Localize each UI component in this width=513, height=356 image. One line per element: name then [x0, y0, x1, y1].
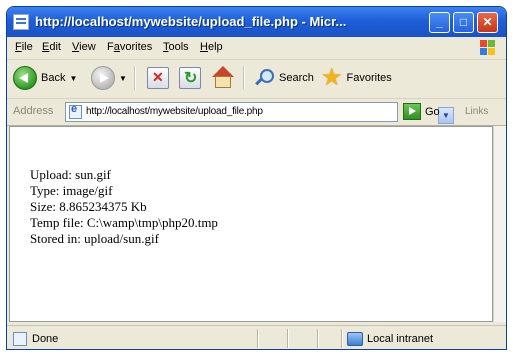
address-label: Address: [13, 105, 54, 117]
status-separator: [287, 329, 289, 348]
browser-window: http://localhost/mywebsite/upload_file.p…: [6, 6, 507, 350]
menu-edit[interactable]: Edit: [42, 41, 61, 53]
menu-view[interactable]: View: [72, 41, 96, 53]
forward-arrow-icon: [91, 66, 115, 90]
vertical-scrollbar[interactable]: [493, 126, 506, 322]
home-button[interactable]: [211, 63, 235, 93]
refresh-button[interactable]: [179, 63, 201, 93]
toolbar-separator: [134, 66, 136, 90]
stored-line: Stored in: upload/sun.gif: [30, 231, 159, 246]
menu-tools[interactable]: Tools: [163, 41, 189, 53]
forward-button[interactable]: ▼: [91, 63, 127, 93]
home-icon: [211, 66, 235, 90]
search-icon: [253, 67, 275, 89]
toolbar: Back ▼ ▼ Search ★ Favorites: [7, 60, 506, 99]
page-content: Upload: sun.gif Type: image/gif Size: 8.…: [9, 126, 493, 322]
chevron-down-icon[interactable]: ▼: [119, 74, 127, 83]
status-bar: Done Local intranet: [7, 325, 506, 349]
back-button[interactable]: Back ▼: [13, 63, 77, 93]
menu-file[interactable]: File: [15, 41, 33, 53]
refresh-icon: [179, 67, 201, 89]
toolbar-separator: [243, 66, 245, 90]
page-icon: [69, 103, 82, 119]
type-line: Type: image/gif: [30, 183, 113, 198]
status-separator: [341, 329, 343, 348]
stop-icon: [147, 67, 169, 89]
menu-favorites[interactable]: Favorites: [107, 41, 152, 53]
back-arrow-icon: [13, 66, 37, 90]
minimize-button[interactable]: _: [429, 12, 450, 33]
size-line: Size: 8.865234375 Kb: [30, 199, 147, 214]
favorites-button[interactable]: ★ Favorites: [321, 63, 392, 93]
address-input[interactable]: http://localhost/mywebsite/upload_file.p…: [65, 102, 454, 124]
search-button[interactable]: Search: [253, 63, 314, 93]
upload-line: Upload: sun.gif: [30, 167, 111, 182]
security-zone: Local intranet: [367, 333, 434, 345]
ie-window-icon[interactable]: [13, 14, 29, 30]
links-button[interactable]: Links: [465, 106, 488, 117]
address-dropdown-icon[interactable]: ▼: [438, 107, 454, 124]
status-text: Done: [32, 333, 59, 345]
chevron-down-icon[interactable]: ▼: [69, 74, 77, 83]
menu-bar: File Edit View Favorites Tools Help: [7, 37, 506, 60]
address-bar: Address http://localhost/mywebsite/uploa…: [7, 99, 506, 126]
title-bar[interactable]: http://localhost/mywebsite/upload_file.p…: [7, 7, 506, 37]
upload-result: Upload: sun.gif Type: image/gif Size: 8.…: [30, 167, 218, 247]
windows-flag-icon: [480, 40, 495, 55]
menu-help[interactable]: Help: [200, 41, 223, 53]
favorites-star-icon: ★: [321, 64, 343, 91]
maximize-button[interactable]: □: [453, 12, 474, 33]
go-button[interactable]: Go: [403, 103, 440, 120]
stop-button[interactable]: [147, 63, 169, 93]
window-title: http://localhost/mywebsite/upload_file.p…: [35, 14, 347, 29]
status-separator: [257, 329, 259, 348]
address-url[interactable]: http://localhost/mywebsite/upload_file.p…: [86, 106, 263, 117]
page-done-icon: [13, 332, 27, 346]
status-separator: [317, 329, 319, 348]
temp-file-line: Temp file: C:\wamp\tmp\php20.tmp: [30, 215, 218, 230]
intranet-zone-icon: [347, 332, 363, 346]
go-arrow-icon: [403, 103, 421, 120]
close-button[interactable]: ✕: [477, 12, 498, 33]
